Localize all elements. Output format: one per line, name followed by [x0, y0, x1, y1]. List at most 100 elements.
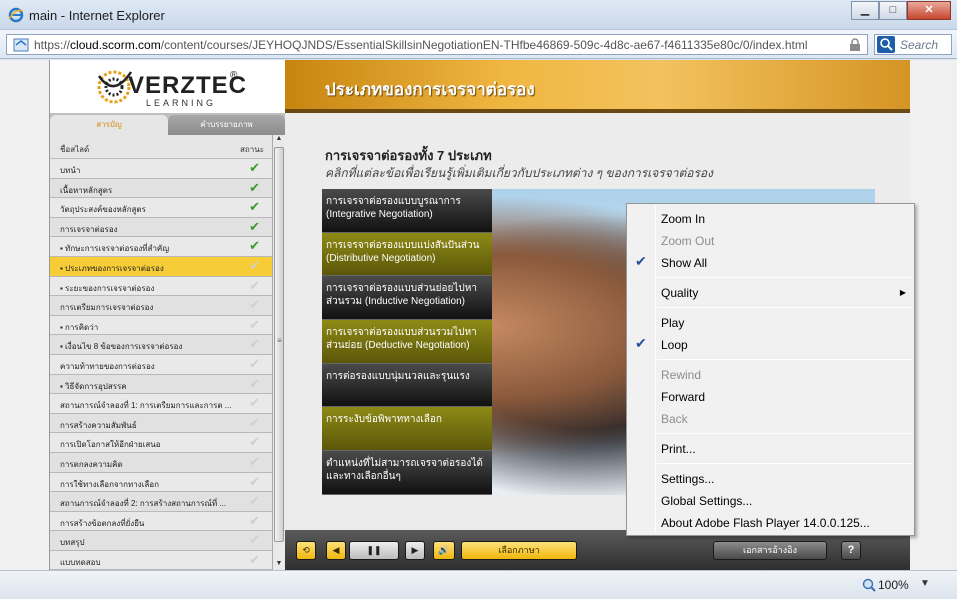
- outline-item[interactable]: การใช้ทางเลือกจากทางเลือก ✔: [50, 472, 272, 493]
- submenu-arrow-icon: ▶: [899, 288, 906, 297]
- menu-global-settings[interactable]: Global Settings...: [661, 494, 752, 508]
- outline-item[interactable]: ▪ ประเภทของการเจรจาต่อรอง ✔: [50, 256, 272, 277]
- scroll-up-icon[interactable]: ▲: [273, 135, 285, 145]
- outline-item-label: การตกลงความคิด: [60, 459, 123, 469]
- sidebar-scrollbar[interactable]: ▲ ≡ ▼: [272, 135, 285, 570]
- outline-item[interactable]: สถานการณ์จำลองที่ 2: การสร้างสถานการณ์ที…: [50, 492, 272, 512]
- volume-button[interactable]: 🔊: [433, 541, 455, 560]
- outline-item[interactable]: บทนำ ✔: [50, 159, 272, 179]
- scrollbar-thumb[interactable]: ≡: [274, 147, 284, 542]
- outline-item[interactable]: ▪ วิธีจัดการอุปสรรค ✔: [50, 374, 272, 395]
- menu-play[interactable]: Play: [661, 316, 684, 330]
- sidebar: สารบัญ คำบรรยายภาพ ชื่อสไลด์ สถานะ บทนำ ✔…: [50, 113, 285, 571]
- menu-about-flash[interactable]: About Adobe Flash Player 14.0.0.125...: [661, 516, 870, 530]
- outline-item[interactable]: สถานการณ์จำลองที่ 1: การเตรียมการและการต…: [50, 394, 272, 414]
- replay-button[interactable]: ⟲: [296, 541, 316, 560]
- outline-item[interactable]: การสร้างข้อตกลงที่ยั่งยืน ✔: [50, 511, 272, 532]
- maximize-button[interactable]: □: [879, 1, 907, 20]
- language-button[interactable]: เลือกภาษา: [461, 541, 577, 560]
- outline-item-label: ▪ ทักษะการเจรจาต่อรองที่สำคัญ: [60, 244, 170, 254]
- outline-item[interactable]: ▪ เงื่อนไข 8 ข้อของการเจรจาต่อรอง ✔: [50, 335, 272, 355]
- url-field[interactable]: https://cloud.scorm.com/content/courses/…: [6, 34, 868, 55]
- lock-icon[interactable]: [849, 38, 861, 52]
- minimize-button[interactable]: ▁: [851, 1, 879, 20]
- negotiation-type-button[interactable]: การเจรจาต่อรองแบบส่วนรวมไปหาส่วนย่อย (De…: [322, 320, 492, 364]
- outline-header: ชื่อสไลด์ สถานะ: [50, 135, 272, 159]
- menu-quality[interactable]: Quality: [661, 286, 698, 300]
- outline-item[interactable]: การตกลงความคิด ✔: [50, 452, 272, 473]
- outline-item[interactable]: เนื้อหาหลักสูตร ✔: [50, 178, 272, 199]
- outline-item-label: การสร้างข้อตกลงที่ยั่งยืน: [60, 518, 145, 528]
- outline-item[interactable]: ความท้าทายของการต่อรอง ✔: [50, 354, 272, 375]
- checkmark-icon: ✔: [635, 335, 647, 351]
- outline-item[interactable]: การเจรจาต่อรอง ✔: [50, 217, 272, 238]
- address-bar: https://cloud.scorm.com/content/courses/…: [0, 30, 957, 59]
- previous-button[interactable]: ◀: [326, 541, 346, 560]
- close-button[interactable]: ✕: [907, 1, 951, 20]
- outline-item-label: บทนำ: [60, 166, 81, 175]
- negotiation-type-button[interactable]: ตำแหน่งที่ไม่สามารถเจรจาต่อรองได้และทางเ…: [322, 451, 492, 495]
- outline-item-label: บทสรุป: [60, 538, 85, 548]
- pending-check-icon: ✔: [249, 473, 260, 489]
- negotiation-type-button[interactable]: การต่อรองแบบนุ่มนวลและรุนแรง: [322, 363, 492, 408]
- url-text: https://cloud.scorm.com/content/courses/…: [34, 38, 808, 52]
- column-status: สถานะ: [240, 145, 264, 154]
- outline-item-label: ▪ วิธีจัดการอุปสรรค: [60, 381, 127, 391]
- header-title: ประเภทของการเจรจาต่อรอง: [325, 80, 535, 99]
- page-icon: [13, 38, 29, 52]
- pause-button[interactable]: ❚❚: [349, 541, 399, 560]
- scroll-down-icon[interactable]: ▼: [273, 560, 285, 570]
- outline-item[interactable]: การเปิดโอกาสให้อีกฝ่ายเสนอ ✔: [50, 433, 272, 453]
- pending-check-icon: ✔: [249, 453, 260, 469]
- menu-forward[interactable]: Forward: [661, 390, 705, 404]
- search-icon[interactable]: [877, 36, 895, 53]
- pending-check-icon: ✔: [249, 277, 260, 293]
- menu-show-all[interactable]: Show All: [661, 256, 707, 270]
- tab-transcript[interactable]: คำบรรยายภาพ: [168, 115, 285, 135]
- internet-explorer-icon: [8, 7, 24, 23]
- url-domain: cloud.scorm.com: [70, 38, 161, 52]
- outline-item[interactable]: ▪ การคิดว่า ✔: [50, 315, 272, 336]
- outline-item[interactable]: แบบทดสอบ ✔: [50, 550, 272, 571]
- menu-zoom-in[interactable]: Zoom In: [661, 212, 705, 226]
- outline-item-label: การเปิดโอกาสให้อีกฝ่ายเสนอ: [60, 440, 161, 450]
- menu-separator: [657, 433, 912, 434]
- menu-separator: [657, 307, 912, 308]
- outline-item-label: การสร้างความสัมพันธ์: [60, 420, 137, 430]
- outline-item[interactable]: บทสรุป ✔: [50, 531, 272, 551]
- pending-check-icon: ✔: [249, 297, 260, 313]
- pending-check-icon: ✔: [249, 395, 260, 411]
- player-controls: ⟲ ◀ ❚❚ ▶ 🔊 เลือกภาษา เอกสารอ้างอิง ?: [285, 530, 910, 570]
- chevron-down-icon[interactable]: ▼: [920, 578, 930, 589]
- outline-item-label: แบบทดสอบ: [60, 557, 101, 567]
- negotiation-type-button[interactable]: การระงับข้อพิพาททางเลือก: [322, 407, 492, 452]
- slide-instructions: คลิกที่แต่ละข้อเพื่อเรียนรู้เพิ่มเติมเกี…: [325, 166, 713, 180]
- references-button[interactable]: เอกสารอ้างอิง: [713, 541, 827, 560]
- outline-item[interactable]: วัตถุประสงค์ของหลักสูตร ✔: [50, 198, 272, 218]
- pending-check-icon: ✔: [249, 316, 260, 332]
- menu-print[interactable]: Print...: [661, 442, 696, 456]
- tab-outline[interactable]: สารบัญ: [50, 115, 168, 135]
- status-bar: 100% ▼: [0, 570, 957, 599]
- outline-item[interactable]: ▪ ทักษะการเจรจาต่อรองที่สำคัญ ✔: [50, 237, 272, 257]
- pending-check-icon: ✔: [249, 551, 260, 567]
- next-button[interactable]: ▶: [405, 541, 425, 560]
- outline-item-label: ▪ ประเภทของการเจรจาต่อรอง: [60, 263, 164, 273]
- negotiation-type-button[interactable]: การเจรจาต่อรองแบบแบ่งสันปันส่วน (Distrib…: [322, 232, 492, 277]
- zoom-level[interactable]: 100%: [878, 578, 909, 592]
- negotiation-type-button[interactable]: การเจรจาต่อรองแบบบูรณาการ (Integrative N…: [322, 189, 492, 233]
- pending-check-icon: ✔: [249, 493, 260, 509]
- outline-item[interactable]: ▪ ระยะของการเจรจาต่อรอง ✔: [50, 276, 272, 297]
- menu-loop[interactable]: Loop: [661, 338, 688, 352]
- menu-settings[interactable]: Settings...: [661, 472, 714, 486]
- menu-back: Back: [661, 412, 688, 426]
- outline-item[interactable]: การสร้างความสัมพันธ์ ✔: [50, 413, 272, 434]
- help-button[interactable]: ?: [841, 541, 861, 560]
- search-box[interactable]: Search: [874, 34, 952, 55]
- negotiation-type-button[interactable]: การเจรจาต่อรองแบบส่วนย่อยไปหาส่วนรวม (In…: [322, 276, 492, 321]
- slide-title: การเจรจาต่อรองทั้ง 7 ประเภท: [325, 148, 492, 163]
- completed-check-icon: ✔: [249, 160, 260, 175]
- outline-item[interactable]: การเตรียมการเจรจาต่อรอง ✔: [50, 296, 272, 316]
- menu-separator: [657, 277, 912, 278]
- zoom-icon[interactable]: [862, 578, 876, 592]
